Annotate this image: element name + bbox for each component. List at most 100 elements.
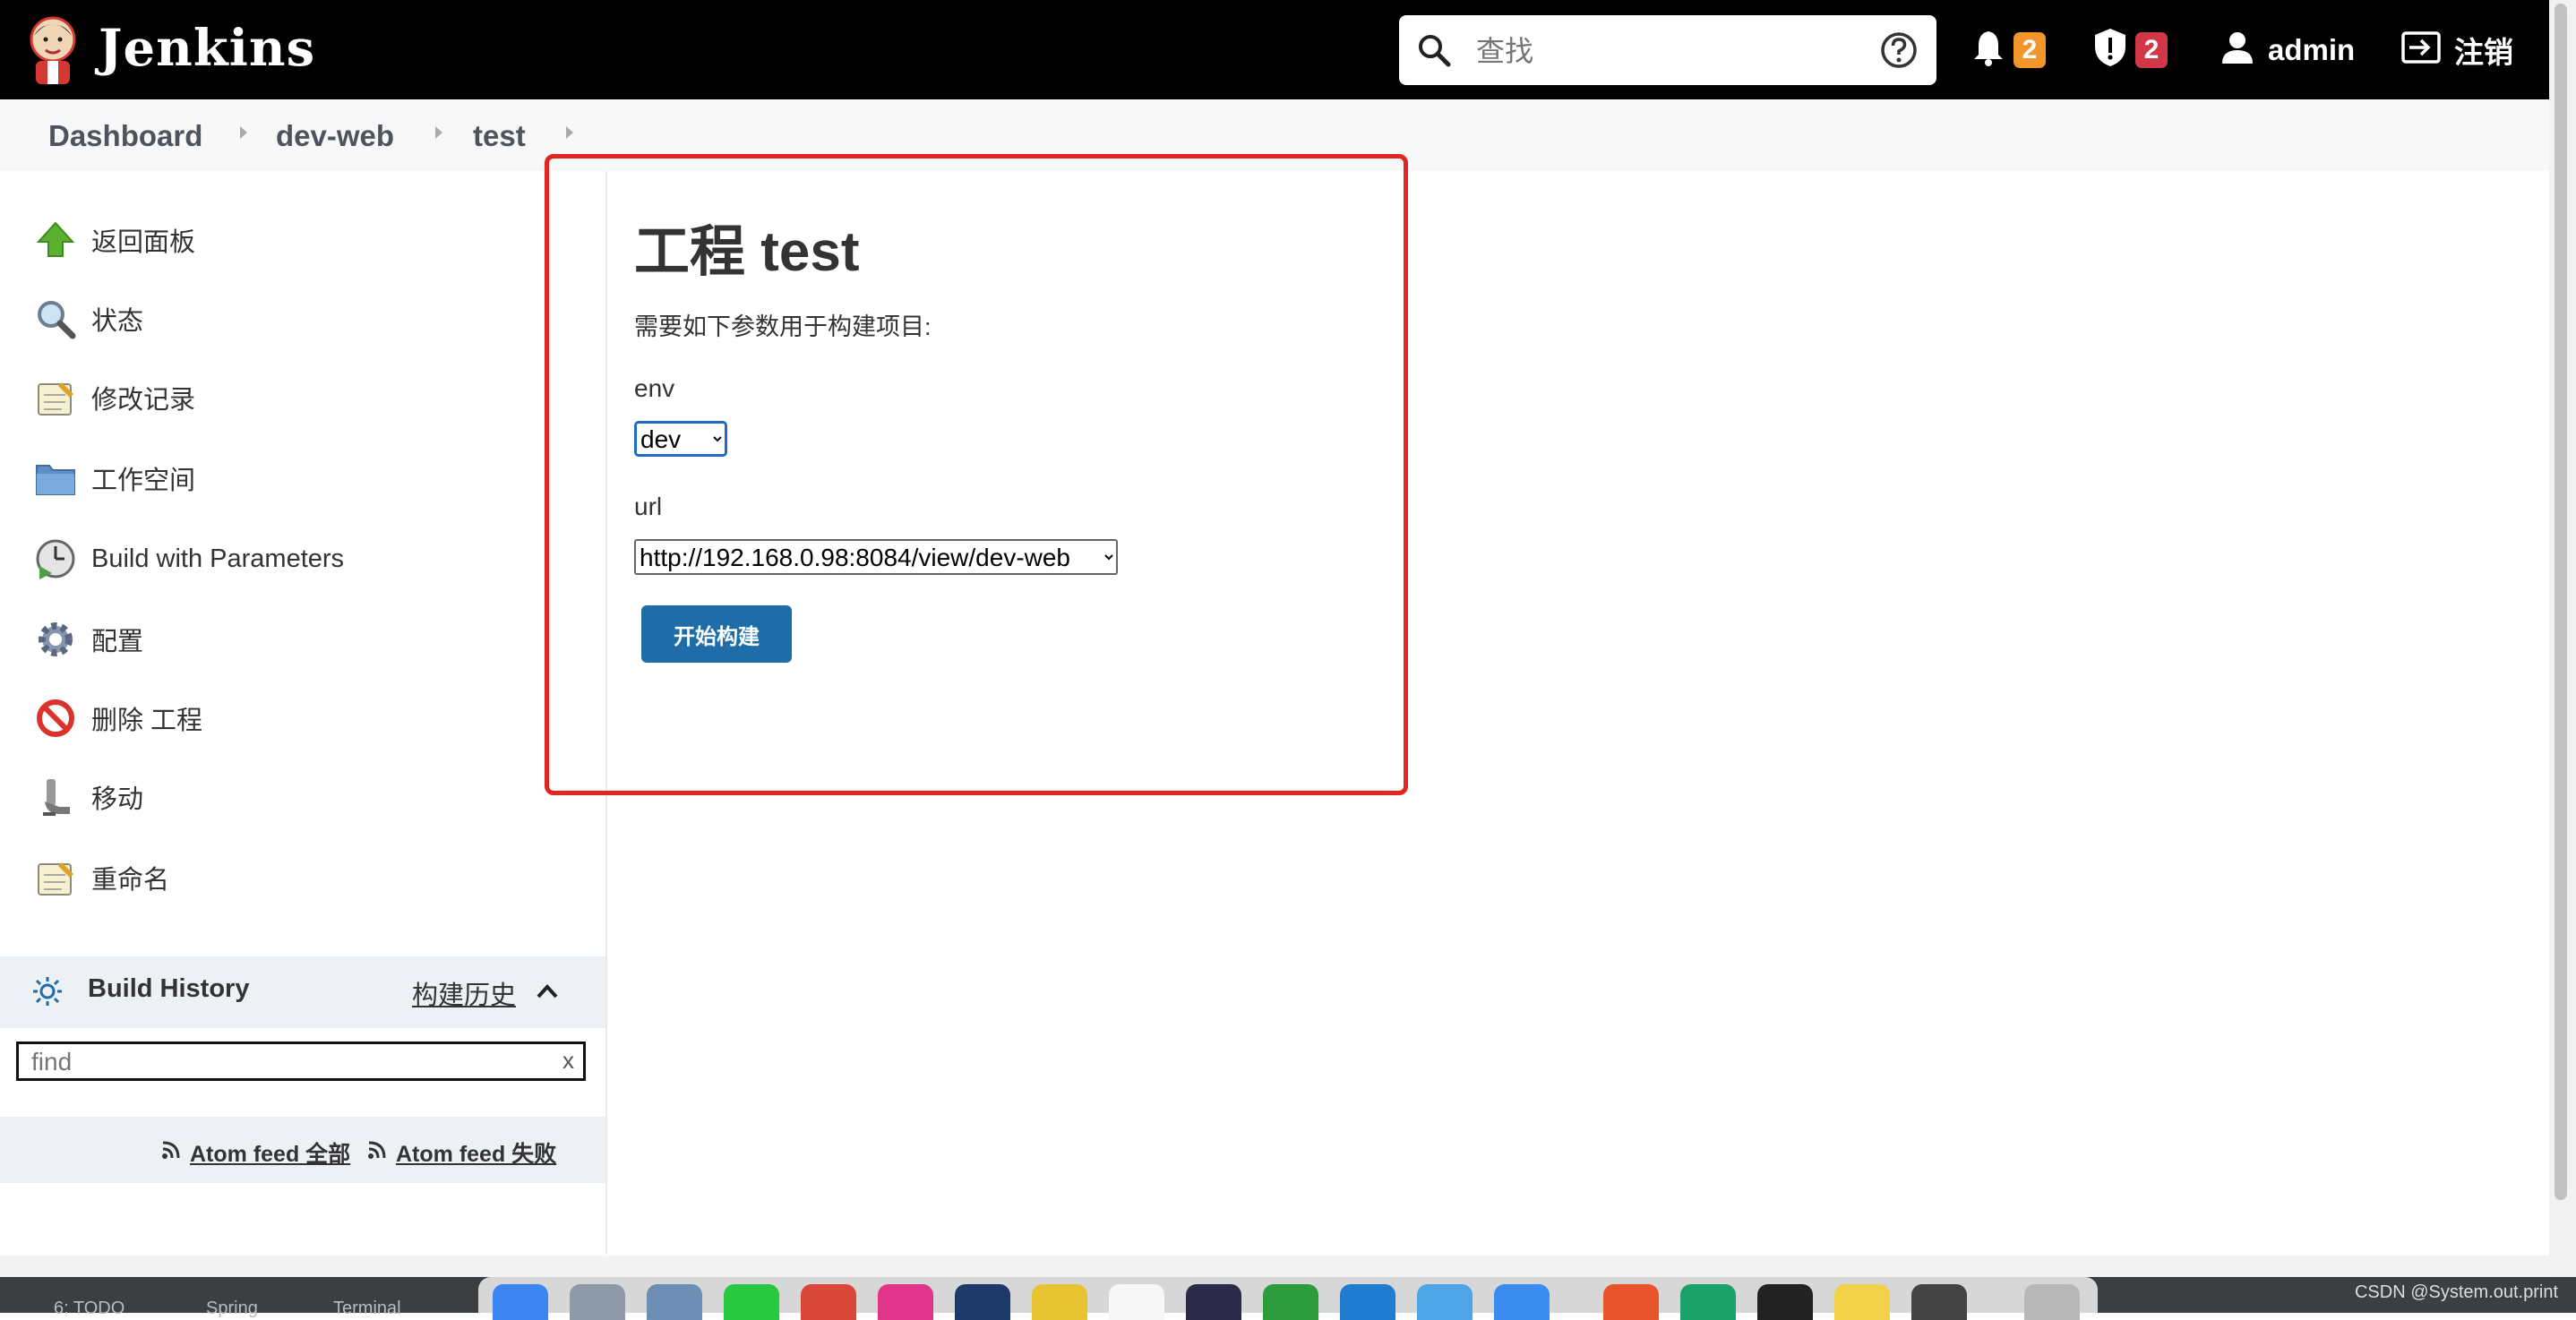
atom-feed-failed-label: Atom feed 失败 (396, 1142, 557, 1167)
rss-icon (367, 1140, 396, 1166)
breadcrumb-chevron-icon[interactable] (240, 126, 247, 139)
watermark: CSDN @System.out.print (2354, 1282, 2558, 1302)
app-dock-icon[interactable] (1186, 1284, 1241, 1320)
ide-tab-terminal[interactable]: Terminal (333, 1299, 401, 1319)
app-dock-icon[interactable] (1417, 1284, 1473, 1320)
env-param-label: env (634, 374, 675, 402)
notifications-button[interactable]: 2 (1971, 0, 2046, 99)
task-rename[interactable]: 重命名 (32, 851, 169, 904)
breadcrumb-chevron-icon[interactable] (435, 126, 442, 139)
task-label: 重命名 (91, 866, 170, 895)
launchpad-dock-icon[interactable] (570, 1284, 625, 1320)
task-label: 移动 (91, 785, 144, 814)
page-bottom-edge (0, 1256, 2549, 1277)
task-label: 返回面板 (91, 228, 196, 257)
task-label: Build with Parameters (91, 544, 345, 573)
rss-icon (161, 1140, 190, 1166)
env-select[interactable]: dev (634, 421, 727, 457)
atom-feed-failed-link[interactable]: Atom feed 失败 (367, 1136, 556, 1169)
breadcrumb-dashboard[interactable]: Dashboard (48, 119, 202, 153)
shield-alert-icon (2092, 27, 2128, 73)
breadcrumb-chevron-icon[interactable] (566, 126, 573, 139)
bell-icon (1971, 28, 2006, 72)
task-label: 配置 (91, 628, 144, 656)
magnifier-icon (32, 296, 79, 342)
app-dock-icon[interactable] (1494, 1284, 1550, 1320)
search-icon (1415, 31, 1453, 73)
atom-feed-all-label: Atom feed 全部 (190, 1142, 351, 1167)
scrollbar-thumb[interactable] (2555, 4, 2567, 1200)
app-dock-icon[interactable] (1680, 1284, 1736, 1320)
sun-weather-icon (32, 976, 63, 1011)
build-history-find-input[interactable] (30, 1046, 553, 1078)
logout-icon (2400, 30, 2442, 70)
security-button[interactable]: 2 (2092, 0, 2168, 99)
gear-icon (32, 616, 79, 663)
chevron-up-icon[interactable] (534, 980, 561, 1007)
logout-button[interactable]: 注销 (2400, 0, 2513, 99)
task-back-to-dashboard[interactable]: 返回面板 (32, 213, 195, 267)
start-build-button[interactable]: 开始构建 (641, 605, 792, 663)
search-input[interactable] (1474, 28, 1854, 74)
arrow-up-icon (32, 217, 79, 263)
task-label: 状态 (91, 307, 144, 336)
finder-dock-icon[interactable] (493, 1284, 548, 1320)
app-dock-icon[interactable] (1603, 1284, 1659, 1320)
task-workspace[interactable]: 工作空间 (32, 451, 195, 505)
atom-feed-all-link[interactable]: Atom feed 全部 (161, 1136, 350, 1169)
app-dock-icon[interactable] (1263, 1284, 1318, 1320)
ide-tab-todo[interactable]: 6: TODO (54, 1299, 125, 1319)
task-label: 修改记录 (91, 386, 196, 415)
url-param-label: url (634, 493, 663, 520)
task-move[interactable]: 移动 (32, 770, 143, 824)
build-trend-link[interactable]: 构建历史 (412, 974, 516, 1012)
no-entry-icon (32, 695, 79, 741)
logout-label: 注销 (2454, 35, 2513, 69)
breadcrumb-dev-web[interactable]: dev-web (276, 119, 394, 153)
user-icon (2220, 30, 2255, 70)
intellij-dock-icon[interactable] (878, 1284, 933, 1320)
clear-find-button[interactable]: x (562, 1047, 574, 1075)
help-icon[interactable] (1879, 30, 1919, 74)
ide-tab-spring[interactable]: Spring (206, 1299, 258, 1319)
app-dock-icon[interactable] (1109, 1284, 1164, 1320)
feed-bar: Atom feed 全部 Atom feed 失败 (0, 1117, 605, 1183)
brand-name[interactable]: Jenkins (99, 13, 315, 84)
app-dock-icon[interactable] (801, 1284, 856, 1320)
task-label: 删除 工程 (91, 707, 203, 735)
trash-dock-icon[interactable] (2024, 1284, 2080, 1320)
qq-dock-icon[interactable] (1757, 1284, 1813, 1320)
user-name: admin (2268, 32, 2356, 66)
clock-play-icon (32, 536, 79, 582)
jenkins-logo[interactable] (25, 13, 81, 86)
task-delete-project[interactable]: 删除 工程 (32, 691, 202, 745)
app-dock-icon[interactable] (1911, 1284, 1967, 1320)
chrome-dock-icon[interactable] (1032, 1284, 1087, 1320)
notepad-pencil-icon (32, 854, 79, 901)
page-title: 工程 test (634, 221, 860, 283)
preview-dock-icon[interactable] (647, 1284, 702, 1320)
app-dock-icon[interactable] (955, 1284, 1010, 1320)
search-box[interactable] (1399, 15, 1936, 85)
task-build-with-parameters[interactable]: Build with Parameters (32, 532, 344, 586)
vscode-dock-icon[interactable] (1340, 1284, 1395, 1320)
build-history-title: Build History (88, 974, 250, 1003)
security-count-badge: 2 (2135, 31, 2168, 68)
task-label: 工作空间 (91, 467, 196, 495)
build-history-find[interactable]: x (16, 1041, 586, 1081)
pipe-arrow-icon (32, 774, 79, 820)
notification-count-badge: 2 (2014, 31, 2046, 68)
wechat-dock-icon[interactable] (724, 1284, 779, 1320)
breadcrumb-test[interactable]: test (473, 119, 526, 153)
user-menu[interactable]: admin (2220, 0, 2355, 99)
url-select[interactable]: http://192.168.0.98:8084/view/dev-web (634, 539, 1118, 575)
top-header: Jenkins 2 2 admin 注销 (0, 0, 2549, 99)
task-configure[interactable]: 配置 (32, 613, 143, 666)
task-status[interactable]: 状态 (32, 292, 143, 346)
notepad-icon (32, 374, 79, 421)
notes-dock-icon[interactable] (1834, 1284, 1890, 1320)
params-description: 需要如下参数用于构建项目: (634, 313, 932, 340)
task-changes[interactable]: 修改记录 (32, 371, 195, 424)
folder-icon (32, 455, 79, 501)
build-history-header: Build History 构建历史 (0, 956, 605, 1028)
